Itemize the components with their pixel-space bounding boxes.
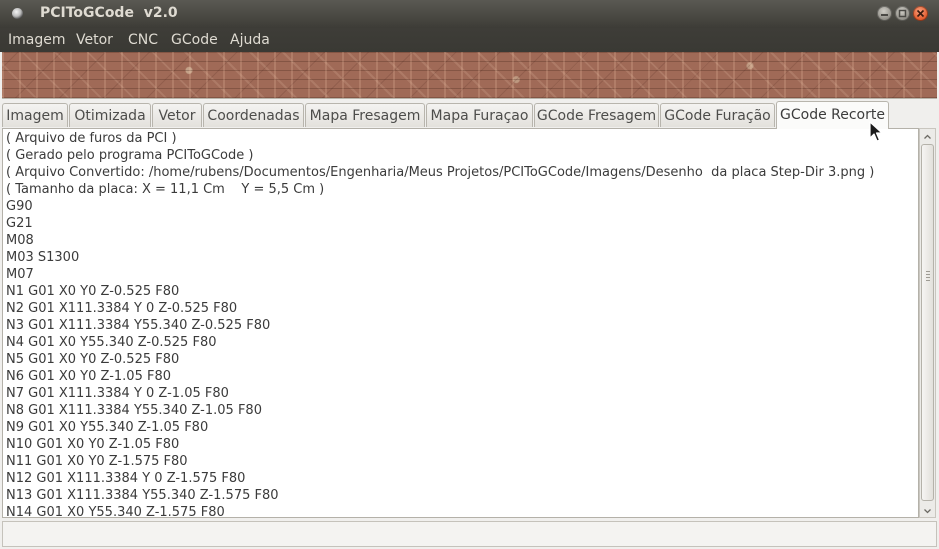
gcode-line: M07 <box>6 267 34 282</box>
gcode-line: N3 G01 X111.3384 Y55.340 Z-0.525 F80 <box>6 318 271 333</box>
app-icon <box>12 8 23 19</box>
gcode-line: N6 G01 X0 Y0 Z-1.05 F80 <box>6 369 171 384</box>
gcode-line: N13 G01 X111.3384 Y55.340 Z-1.575 F80 <box>6 488 279 503</box>
maximize-icon <box>898 9 907 18</box>
gcode-line: N2 G01 X111.3384 Y 0 Z-0.525 F80 <box>6 301 238 316</box>
gcode-line: N8 G01 X111.3384 Y55.340 Z-1.05 F80 <box>6 403 262 418</box>
mouse-pointer-icon <box>869 121 883 142</box>
gcode-lines: ( Arquivo de furos da PCI ) ( Gerado pel… <box>6 130 875 518</box>
menu-vetor[interactable]: Vetor <box>76 32 113 48</box>
menu-gcode[interactable]: GCode <box>171 32 218 48</box>
tab-gcode-furacao[interactable]: GCode Furação <box>660 103 775 127</box>
gcode-line: N5 G01 X0 Y0 Z-0.525 F80 <box>6 352 180 367</box>
minimize-icon <box>881 14 888 16</box>
menu-cnc[interactable]: CNC <box>128 32 158 48</box>
menu-bar: Imagem Vetor CNC GCode Ajuda <box>0 28 939 52</box>
gcode-line: ( Arquivo de furos da PCI ) <box>6 131 177 146</box>
gcode-line: M03 S1300 <box>6 250 80 265</box>
arrow-down-icon <box>924 509 931 514</box>
menu-ajuda[interactable]: Ajuda <box>230 32 270 48</box>
application-window: PCIToGCode v2.0 Imagem Vetor CNC GCode A… <box>0 0 939 549</box>
tab-otimizada[interactable]: Otimizada <box>69 103 151 127</box>
scroll-up-button[interactable] <box>920 129 935 143</box>
gcode-line: N10 G01 X0 Y0 Z-1.05 F80 <box>6 437 180 452</box>
gcode-line: N11 G01 X0 Y0 Z-1.575 F80 <box>6 454 188 469</box>
gcode-line: ( Gerado pelo programa PCIToGCode ) <box>6 148 254 163</box>
gcode-line: N12 G01 X111.3384 Y 0 Z-1.575 F80 <box>6 471 246 486</box>
tab-imagem[interactable]: Imagem <box>2 103 68 127</box>
vertical-scrollbar[interactable] <box>919 128 936 518</box>
menu-imagem[interactable]: Imagem <box>8 32 65 48</box>
gcode-line: N1 G01 X0 Y0 Z-0.525 F80 <box>6 284 180 299</box>
tab-coordenadas[interactable]: Coordenadas <box>203 103 304 127</box>
window-title: PCIToGCode v2.0 <box>40 5 178 21</box>
maximize-button[interactable] <box>895 6 910 21</box>
gcode-line: N14 G01 X0 Y55.340 Z-1.575 F80 <box>6 505 225 518</box>
gcode-line: ( Arquivo Convertido: /home/rubens/Docum… <box>6 165 875 180</box>
close-button[interactable] <box>913 6 928 21</box>
minimize-button[interactable] <box>877 6 892 21</box>
close-icon <box>916 9 925 18</box>
gcode-line: N7 G01 X111.3384 Y 0 Z-1.05 F80 <box>6 386 229 401</box>
scroll-down-button[interactable] <box>920 503 935 517</box>
tab-mapa-furacao[interactable]: Mapa Furaçao <box>426 103 533 127</box>
tab-mapa-fresagem[interactable]: Mapa Fresagem <box>305 103 425 127</box>
title-bar[interactable]: PCIToGCode v2.0 <box>0 0 939 28</box>
gcode-line: N4 G01 X0 Y55.340 Z-0.525 F80 <box>6 335 217 350</box>
gcode-line: G90 <box>6 199 33 214</box>
gcode-text-area[interactable]: ( Arquivo de furos da PCI ) ( Gerado pel… <box>2 128 919 518</box>
gcode-line: M08 <box>6 233 34 248</box>
scrollbar-grip-icon <box>926 271 930 281</box>
tab-bar: Imagem Otimizada Vetor Coordenadas Mapa … <box>0 101 939 129</box>
gcode-line: N9 G01 X0 Y55.340 Z-1.05 F80 <box>6 420 209 435</box>
gcode-line: G21 <box>6 216 33 231</box>
tab-gcode-fresagem[interactable]: GCode Fresagem <box>534 103 659 127</box>
tab-vetor[interactable]: Vetor <box>152 103 202 127</box>
arrow-up-icon <box>924 134 931 139</box>
status-bar <box>2 521 937 547</box>
scrollbar-thumb[interactable] <box>921 144 934 501</box>
pcb-banner-image <box>2 52 937 99</box>
gcode-line: ( Tamanho da placa: X = 11,1 Cm Y = 5,5 … <box>6 182 325 197</box>
